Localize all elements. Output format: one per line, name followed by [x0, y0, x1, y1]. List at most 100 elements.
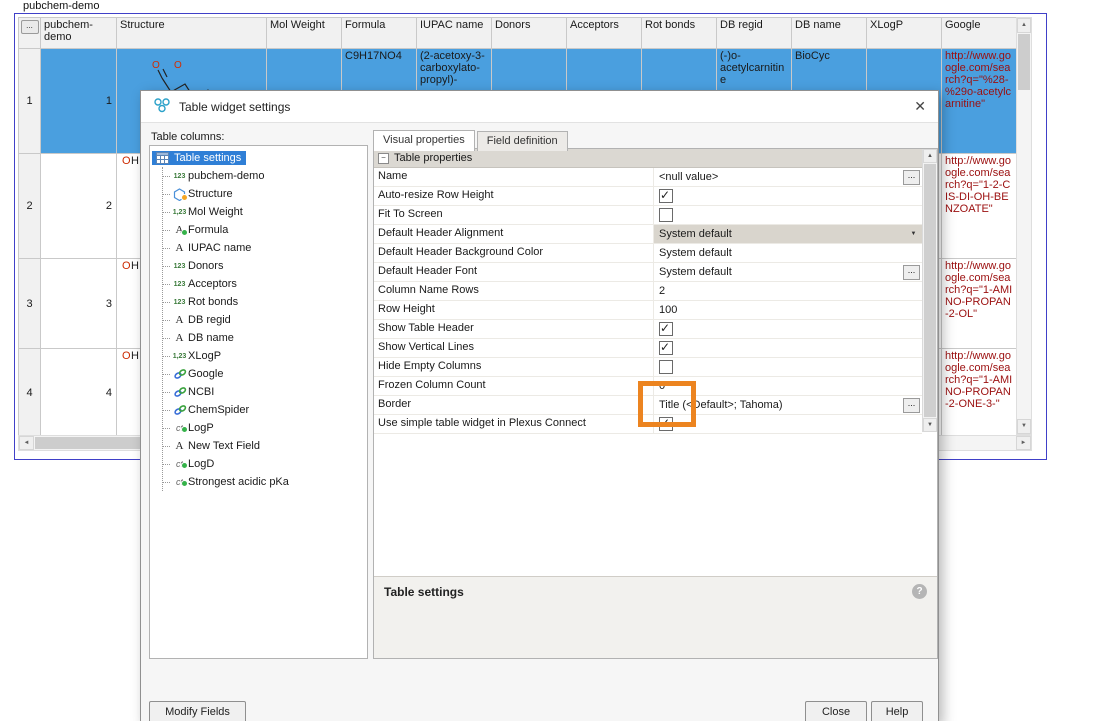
scroll-down-icon[interactable]: ▼	[923, 418, 937, 432]
tab-field-definition[interactable]: Field definition	[477, 131, 568, 151]
scroll-up-icon[interactable]: ▲	[923, 149, 937, 163]
ellipsis-button[interactable]: ...	[903, 265, 920, 280]
url-field-icon	[171, 368, 188, 380]
tree-item-google[interactable]: Google	[163, 365, 365, 383]
checkbox-fit-to-screen[interactable]	[659, 208, 673, 222]
column-header-formula[interactable]: Formula	[342, 18, 417, 49]
column-header-acceptors[interactable]: Acceptors	[567, 18, 642, 49]
tree-item-db-regid[interactable]: ADB regid	[163, 311, 365, 329]
row-number[interactable]: 4	[19, 349, 41, 437]
property-value[interactable]	[654, 339, 922, 357]
properties-scrollbar[interactable]: ▲ ▼	[922, 149, 937, 432]
collapse-icon[interactable]: −	[378, 153, 389, 164]
tree-item-pubchem-demo[interactable]: 123pubchem-demo	[163, 167, 365, 185]
tree-item-new-text-field[interactable]: ANew Text Field	[163, 437, 365, 455]
property-value[interactable]: 100	[654, 301, 922, 319]
cell-id[interactable]: 4	[41, 349, 117, 437]
column-header-mol-weight[interactable]: Mol Weight	[267, 18, 342, 49]
property-value[interactable]	[654, 206, 922, 224]
cell-id[interactable]: 3	[41, 259, 117, 349]
tree-item-strongest-acidic-pka[interactable]: ctStrongest acidic pKa	[163, 473, 365, 491]
property-name[interactable]: Use simple table widget in Plexus Connec…	[374, 415, 654, 433]
property-value[interactable]	[654, 320, 922, 338]
scroll-up-icon[interactable]: ▲	[1017, 18, 1031, 33]
checkbox-show-vertical-lines[interactable]	[659, 341, 673, 355]
column-header-xlogp[interactable]: XLogP	[867, 18, 942, 49]
property-name[interactable]: Fit To Screen	[374, 206, 654, 224]
cell-id[interactable]: 2	[41, 154, 117, 259]
scroll-thumb[interactable]	[924, 164, 936, 417]
column-header-db-name[interactable]: DB name	[792, 18, 867, 49]
property-name[interactable]: Hide Empty Columns	[374, 358, 654, 376]
property-name[interactable]: Column Name Rows	[374, 282, 654, 300]
tree-item-structure[interactable]: Structure	[163, 185, 365, 203]
property-name[interactable]: Auto-resize Row Height	[374, 187, 654, 205]
property-name[interactable]: Default Header Font	[374, 263, 654, 281]
close-icon[interactable]: ✕	[914, 98, 926, 115]
ellipsis-button[interactable]: ...	[903, 398, 920, 413]
checkbox-auto-resize-row-height[interactable]	[659, 189, 673, 203]
property-value[interactable]: System default	[654, 244, 922, 262]
column-header-structure[interactable]: Structure	[117, 18, 267, 49]
tree-item-donors[interactable]: 123Donors	[163, 257, 365, 275]
property-value[interactable]: 2	[654, 282, 922, 300]
tab-visual-properties[interactable]: Visual properties	[373, 130, 475, 151]
tree-item-rot-bonds[interactable]: 123Rot bonds	[163, 293, 365, 311]
scroll-left-icon[interactable]: ◄	[19, 436, 34, 450]
property-name[interactable]: Show Vertical Lines	[374, 339, 654, 357]
real-field-icon: 1,23	[171, 209, 188, 216]
row-number[interactable]: 1	[19, 49, 41, 154]
property-value[interactable]	[654, 358, 922, 376]
column-header-rot-bonds[interactable]: Rot bonds	[642, 18, 717, 49]
table-vertical-scrollbar[interactable]: ▲ ▼	[1016, 17, 1032, 435]
help-icon[interactable]: ?	[912, 584, 927, 599]
screen: pubchem-demo ...pubchem-demoStructureMol…	[0, 0, 1098, 721]
cell-google[interactable]: http://www.google.com/search?q="%28-%29o…	[942, 49, 1017, 154]
property-name[interactable]: Name	[374, 168, 654, 186]
vertical-scroll-thumb[interactable]	[1018, 34, 1030, 90]
tree-item-chemspider[interactable]: ChemSpider	[163, 401, 365, 419]
tree-item-xlogp[interactable]: 1,23XLogP	[163, 347, 365, 365]
checkbox-hide-empty-columns[interactable]	[659, 360, 673, 374]
scroll-down-icon[interactable]: ▼	[1017, 419, 1031, 434]
tree-item-logp[interactable]: ctLogP	[163, 419, 365, 437]
column-header-iupac-name[interactable]: IUPAC name	[417, 18, 492, 49]
property-value[interactable]	[654, 187, 922, 205]
modify-fields-button[interactable]: Modify Fields	[149, 701, 246, 721]
property-name[interactable]: Row Height	[374, 301, 654, 319]
property-name[interactable]: Frozen Column Count	[374, 377, 654, 395]
checkbox-show-table-header[interactable]	[659, 322, 673, 336]
tree-item-acceptors[interactable]: 123Acceptors	[163, 275, 365, 293]
property-name[interactable]: Default Header Background Color	[374, 244, 654, 262]
tree-item-formula[interactable]: AFormula	[163, 221, 365, 239]
close-button[interactable]: Close	[805, 701, 867, 721]
property-name[interactable]: Default Header Alignment	[374, 225, 654, 243]
tree-item-table-settings[interactable]: Table settings	[152, 149, 365, 167]
dropdown-arrow-icon[interactable]: ▼	[906, 226, 921, 242]
property-name[interactable]: Border	[374, 396, 654, 414]
tree-item-iupac-name[interactable]: AIUPAC name	[163, 239, 365, 257]
column-header-pubchem-demo[interactable]: pubchem-demo	[41, 18, 117, 49]
tree-item-mol-weight[interactable]: 1,23Mol Weight	[163, 203, 365, 221]
cell-google[interactable]: http://www.google.com/search?q="1-AMINO-…	[942, 349, 1017, 437]
property-value[interactable]: <null value>...	[654, 168, 922, 186]
cell-google[interactable]: http://www.google.com/search?q="1-2-CIS-…	[942, 154, 1017, 259]
group-header-table-properties[interactable]: − Table properties	[374, 149, 922, 168]
cell-google[interactable]: http://www.google.com/search?q="1-AMINO-…	[942, 259, 1017, 349]
scroll-right-icon[interactable]: ►	[1016, 436, 1031, 450]
cell-id[interactable]: 1	[41, 49, 117, 154]
row-number[interactable]: 3	[19, 259, 41, 349]
help-button[interactable]: Help	[871, 701, 923, 721]
row-number[interactable]: 2	[19, 154, 41, 259]
ellipsis-button[interactable]: ...	[903, 170, 920, 185]
column-header-donors[interactable]: Donors	[492, 18, 567, 49]
column-header-google[interactable]: Google	[942, 18, 1017, 49]
property-value[interactable]: System default▼	[654, 225, 922, 243]
tree-item-ncbi[interactable]: NCBI	[163, 383, 365, 401]
property-value[interactable]: System default...	[654, 263, 922, 281]
column-header-db-regid[interactable]: DB regid	[717, 18, 792, 49]
tree-item-db-name[interactable]: ADB name	[163, 329, 365, 347]
table-options-button[interactable]: ...	[21, 20, 39, 34]
property-name[interactable]: Show Table Header	[374, 320, 654, 338]
tree-item-logd[interactable]: ctLogD	[163, 455, 365, 473]
